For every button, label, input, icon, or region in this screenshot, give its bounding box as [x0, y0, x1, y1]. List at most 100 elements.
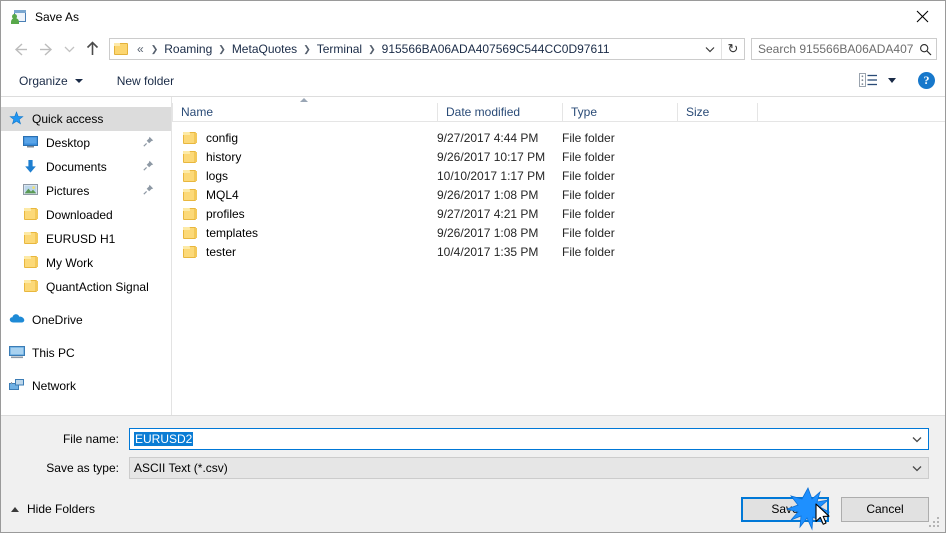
file-name-cell: MQL4 — [172, 188, 437, 202]
refresh-icon[interactable]: ↻ — [721, 39, 744, 59]
sidebar-item-eurusd-h1[interactable]: EURUSD H1 — [1, 227, 171, 251]
help-icon[interactable]: ? — [918, 72, 935, 89]
breadcrumb: « ❯ Roaming ❯ MetaQuotes ❯ Terminal ❯ 91… — [135, 41, 699, 57]
folder-icon — [23, 207, 39, 223]
view-layout-button[interactable] — [859, 73, 896, 88]
file-type-cell: File folder — [562, 206, 615, 221]
folder-icon — [182, 245, 198, 259]
hide-folders-button[interactable]: Hide Folders — [11, 502, 95, 516]
breadcrumb-item-metaquotes[interactable]: MetaQuotes — [230, 41, 299, 57]
address-bar[interactable]: « ❯ Roaming ❯ MetaQuotes ❯ Terminal ❯ 91… — [109, 38, 745, 60]
column-header-date-modified[interactable]: Date modified — [437, 103, 562, 121]
table-row[interactable]: logs 10/10/2017 1:17 PM File folder — [172, 166, 945, 185]
table-row[interactable]: history 9/26/2017 10:17 PM File folder — [172, 147, 945, 166]
file-name-cell: tester — [172, 245, 437, 259]
sidebar-item-label: Documents — [46, 160, 107, 174]
sidebar-item-desktop[interactable]: Desktop — [1, 131, 171, 155]
breadcrumb-separator: ❯ — [150, 43, 159, 54]
sidebar-item-pictures[interactable]: Pictures — [1, 179, 171, 203]
pin-icon[interactable] — [143, 136, 154, 150]
resize-grip-icon[interactable] — [929, 517, 941, 529]
file-name-label: config — [206, 130, 239, 145]
folder-icon — [182, 188, 198, 202]
sidebar-item-label: Network — [32, 379, 77, 393]
table-row[interactable]: tester 10/4/2017 1:35 PM File folder — [172, 242, 945, 261]
file-type-cell: File folder — [562, 244, 615, 259]
save-as-type-dropdown-icon[interactable] — [906, 458, 928, 478]
file-name-input[interactable]: EURUSD2 — [129, 428, 929, 450]
save-as-type-select[interactable]: ASCII Text (*.csv) — [129, 457, 929, 479]
file-name-cell: profiles — [172, 207, 437, 221]
search-icon[interactable] — [914, 43, 936, 56]
breadcrumb-item-roaming[interactable]: Roaming — [162, 41, 214, 57]
forward-button[interactable] — [33, 36, 59, 62]
command-bar: Organize New folder ? — [1, 65, 945, 97]
file-name-label: MQL4 — [206, 187, 239, 202]
file-name-cell: history — [172, 150, 437, 164]
column-header-filler — [757, 103, 945, 121]
sidebar-item-label: My Work — [46, 256, 94, 270]
table-row[interactable]: templates 9/26/2017 1:08 PM File folder — [172, 223, 945, 242]
file-date-cell: 10/10/2017 1:17 PM — [437, 168, 546, 183]
pin-icon[interactable] — [143, 160, 154, 174]
folder-icon — [114, 42, 130, 56]
folder-icon — [182, 226, 198, 240]
table-row[interactable]: config 9/27/2017 4:44 PM File folder — [172, 128, 945, 147]
up-button[interactable] — [79, 36, 105, 62]
sidebar-item-quantaction-signal[interactable]: QuantAction Signal — [1, 275, 171, 299]
save-as-dialog: Save As « ❯ Roaming ❯ MetaQuotes ❯ Termi… — [0, 0, 946, 533]
sidebar-item-quick-access[interactable]: Quick access — [1, 107, 171, 131]
sidebar-item-onedrive[interactable]: OneDrive — [1, 308, 171, 332]
folder-icon — [182, 131, 198, 145]
folder-icon — [182, 207, 198, 221]
sidebar-item-label: Quick access — [32, 112, 104, 126]
file-date-cell: 9/26/2017 10:17 PM — [437, 149, 546, 164]
close-button[interactable] — [899, 1, 945, 32]
save-button[interactable]: Save — [741, 496, 829, 522]
save-as-type-value: ASCII Text (*.csv) — [134, 461, 228, 475]
file-date-cell: 10/4/2017 1:35 PM — [437, 244, 539, 259]
column-header-type[interactable]: Type — [562, 103, 677, 121]
breadcrumb-separator: ❯ — [368, 43, 376, 54]
file-rows: config 9/27/2017 4:44 PM File folder his… — [172, 122, 945, 261]
table-row[interactable]: MQL4 9/26/2017 1:08 PM File folder — [172, 185, 945, 204]
sidebar-item-documents[interactable]: Documents — [1, 155, 171, 179]
sidebar-item-label: OneDrive — [32, 313, 83, 327]
chevron-up-icon — [11, 506, 19, 512]
network-icon — [9, 378, 25, 394]
pin-icon[interactable] — [143, 184, 154, 198]
address-dropdown-icon[interactable] — [699, 39, 721, 59]
breadcrumb-overflow[interactable]: « — [135, 41, 147, 57]
column-header-name[interactable]: Name — [172, 103, 437, 121]
breadcrumb-item-terminal[interactable]: Terminal — [315, 41, 364, 57]
sidebar-item-this-pc[interactable]: This PC — [1, 341, 171, 365]
window-title: Save As — [35, 10, 80, 24]
breadcrumb-separator: ❯ — [303, 43, 311, 54]
table-row[interactable]: profiles 9/27/2017 4:21 PM File folder — [172, 204, 945, 223]
organize-button[interactable]: Organize — [15, 71, 87, 91]
file-name-cell: logs — [172, 169, 437, 183]
navigation-bar: « ❯ Roaming ❯ MetaQuotes ❯ Terminal ❯ 91… — [1, 33, 945, 65]
save-as-type-row: Save as type: ASCII Text (*.csv) — [17, 457, 929, 479]
search-input[interactable]: Search 915566BA06ADA40756... — [751, 38, 937, 60]
recent-locations-button[interactable] — [59, 36, 79, 62]
cancel-button[interactable]: Cancel — [841, 496, 929, 522]
file-name-label: profiles — [206, 206, 245, 221]
sidebar-item-label: QuantAction Signal — [46, 280, 149, 294]
back-button[interactable] — [7, 36, 33, 62]
save-as-icon — [11, 9, 27, 25]
file-name-dropdown-icon[interactable] — [906, 429, 928, 449]
sidebar-item-network[interactable]: Network — [1, 374, 171, 398]
sidebar-item-my-work[interactable]: My Work — [1, 251, 171, 275]
sidebar-item-downloaded[interactable]: Downloaded — [1, 203, 171, 227]
sidebar-item-label: EURUSD H1 — [46, 232, 116, 246]
breadcrumb-item-instance[interactable]: 915566BA06ADA407569C544CC0D97611 — [380, 41, 612, 57]
sidebar-item-label: Desktop — [46, 136, 91, 150]
new-folder-button[interactable]: New folder — [113, 71, 178, 91]
hide-folders-label: Hide Folders — [27, 502, 96, 516]
file-name-value-wrap: EURUSD2 — [130, 432, 906, 446]
column-header-size[interactable]: Size — [677, 103, 757, 121]
